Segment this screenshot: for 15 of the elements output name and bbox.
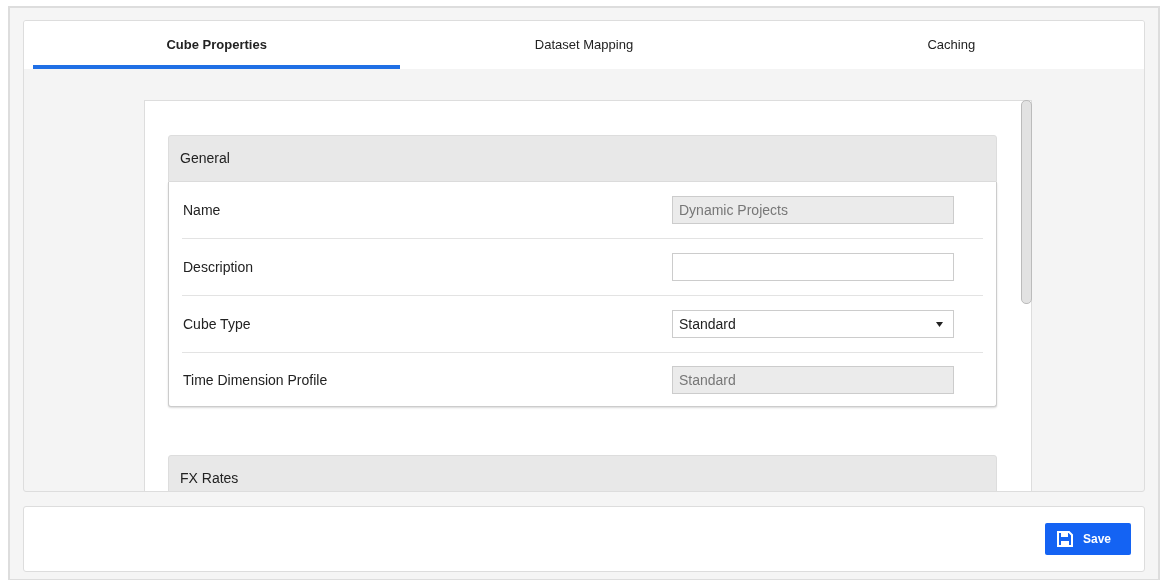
field-label: Name — [182, 202, 221, 218]
tab[interactable]: Caching — [767, 21, 1135, 69]
field-label: Cube Type — [182, 316, 251, 332]
save-button[interactable]: Save — [1045, 523, 1131, 556]
tab[interactable]: Dataset Mapping — [400, 21, 768, 69]
section-header: FX Rates — [168, 455, 997, 492]
text-field[interactable] — [672, 253, 954, 281]
field-label: Time Dimension Profile — [182, 371, 328, 388]
tab[interactable]: Cube Properties — [33, 21, 401, 69]
save-icon — [1057, 531, 1073, 548]
field-label: Description — [182, 259, 254, 275]
section-header: General — [168, 135, 997, 182]
select-field[interactable]: Standard — [672, 310, 954, 338]
caret-icon — [936, 321, 943, 327]
scrollbar[interactable] — [1021, 100, 1032, 304]
